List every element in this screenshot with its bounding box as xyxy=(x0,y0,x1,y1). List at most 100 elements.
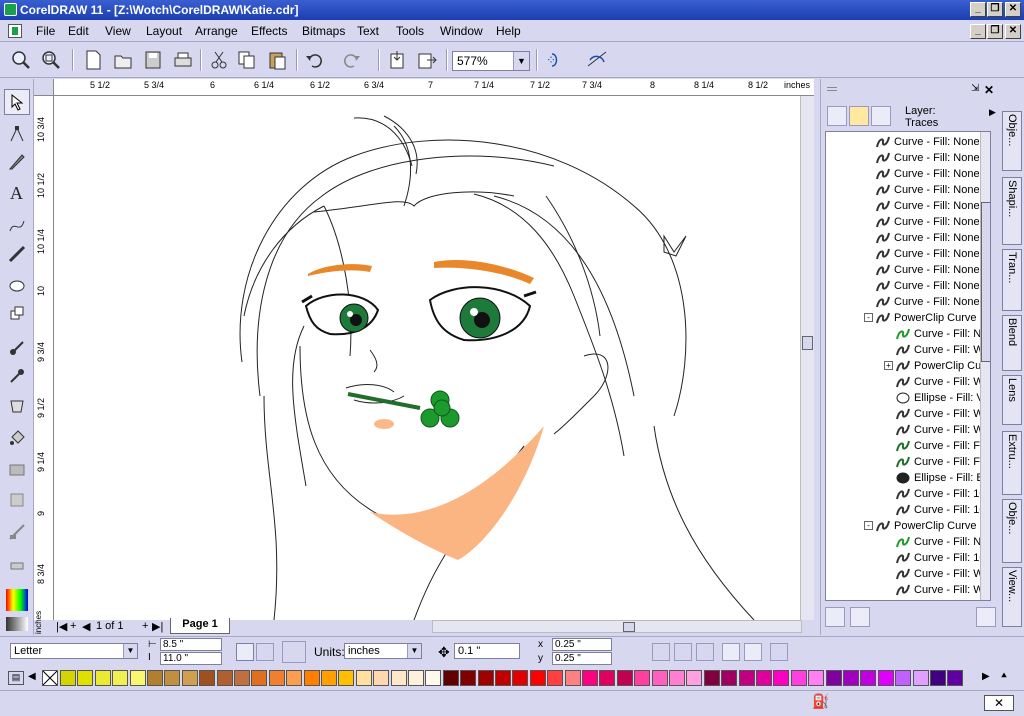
new-layer-icon[interactable] xyxy=(825,607,845,627)
landscape-icon[interactable] xyxy=(256,643,274,661)
tab-transformation[interactable]: Tran... xyxy=(1002,249,1022,311)
save-icon[interactable] xyxy=(140,47,166,73)
zoom-fit-icon[interactable] xyxy=(38,47,64,73)
doc-restore-button[interactable]: ❐ xyxy=(987,24,1003,39)
tree-row[interactable]: Curve - Fill: None xyxy=(876,246,980,262)
new-master-layer-icon[interactable] xyxy=(850,607,871,627)
paste-icon[interactable] xyxy=(264,47,290,73)
menu-view[interactable]: View xyxy=(105,24,131,38)
color-swatch[interactable] xyxy=(547,670,564,686)
menu-window[interactable]: Window xyxy=(440,24,483,38)
edit-across-layers-icon[interactable] xyxy=(849,106,869,126)
color-swatch[interactable] xyxy=(877,670,894,686)
color-swatch[interactable] xyxy=(947,670,964,686)
next-page-icon[interactable]: ▶| xyxy=(152,620,163,633)
tab-object-manager[interactable]: Obje... xyxy=(1002,111,1022,171)
ellipse-tool-icon[interactable] xyxy=(4,273,30,299)
color-swatch[interactable] xyxy=(738,670,755,686)
knife-tool-icon[interactable] xyxy=(4,149,30,175)
tree-row[interactable]: - PowerClip Curve xyxy=(864,310,977,326)
tab-blend[interactable]: Blend xyxy=(1002,315,1022,371)
close-button[interactable]: ✕ xyxy=(1005,2,1021,17)
vertical-ruler[interactable]: 10 3/4 10 1/2 10 1/4 10 9 3/4 9 1/2 9 1/… xyxy=(34,96,54,620)
color-swatch[interactable] xyxy=(286,670,303,686)
minimize-button[interactable]: _ xyxy=(970,2,986,17)
tree-row[interactable]: Curve - Fill: None xyxy=(876,262,980,278)
vertical-scrollbar[interactable] xyxy=(800,96,814,620)
color-swatch[interactable] xyxy=(94,670,111,686)
color-swatch[interactable] xyxy=(512,670,529,686)
color-swatch[interactable] xyxy=(268,670,285,686)
color-swatch[interactable] xyxy=(373,670,390,686)
import-icon[interactable] xyxy=(384,47,410,73)
transparency-tool-icon[interactable] xyxy=(4,519,30,545)
tree-row[interactable]: Curve - Fill: 10 xyxy=(896,486,986,502)
menu-help[interactable]: Help xyxy=(496,24,521,38)
interactive-blend-icon[interactable] xyxy=(4,335,30,361)
page-tab[interactable]: Page 1 xyxy=(170,618,230,634)
zoom-icon[interactable] xyxy=(8,47,34,73)
tree-row[interactable]: Curve - Fill: None xyxy=(876,214,980,230)
palette-scroll-right-icon[interactable]: ▶ xyxy=(982,671,990,682)
export-icon[interactable] xyxy=(414,47,440,73)
color-swatch[interactable] xyxy=(756,670,772,686)
color-swatch[interactable] xyxy=(408,670,424,686)
outline-tool-icon[interactable] xyxy=(4,393,30,419)
palette-expand-icon[interactable]: ⯅ xyxy=(1000,671,1008,682)
docker-close-icon[interactable]: ✕ xyxy=(984,83,994,97)
draw-wrapped-icon[interactable] xyxy=(744,643,762,661)
color-swatch[interactable] xyxy=(303,670,320,686)
horizontal-scroll-thumb[interactable] xyxy=(623,622,635,632)
tree-scrollbar[interactable] xyxy=(980,132,990,600)
restore-button[interactable]: ❐ xyxy=(987,2,1003,17)
tree-row[interactable]: Curve - Fill: None xyxy=(876,134,980,150)
tree-row[interactable]: Curve - Fill: None xyxy=(876,278,980,294)
prev-page-icon[interactable]: ◀ xyxy=(82,620,90,633)
tab-view-manager[interactable]: View... xyxy=(1002,567,1022,627)
chevron-down-icon[interactable]: ▼ xyxy=(123,644,137,658)
menu-bitmaps[interactable]: Bitmaps xyxy=(302,24,345,38)
doc-close-button[interactable]: ✕ xyxy=(1005,24,1021,39)
tab-object-data[interactable]: Obje... xyxy=(1002,499,1022,563)
doc-minimize-button[interactable]: _ xyxy=(970,24,986,39)
collapse-icon[interactable]: - xyxy=(864,521,873,530)
color-swatch[interactable] xyxy=(164,670,181,686)
portrait-icon[interactable] xyxy=(236,643,254,661)
mesh-fill-icon[interactable] xyxy=(4,487,30,513)
tree-row[interactable]: Curve - Fill: N xyxy=(896,534,981,550)
polygon-tool-icon[interactable] xyxy=(4,301,30,327)
page-layout-icon[interactable] xyxy=(282,641,306,663)
fill-tool-icon[interactable] xyxy=(4,425,30,451)
text-tool-icon[interactable]: A xyxy=(4,179,30,205)
units-select[interactable]: inches ▼ xyxy=(344,643,422,659)
palette-scroll-left-icon[interactable]: ◀ xyxy=(28,671,36,682)
grayscale-icon[interactable] xyxy=(4,611,30,637)
color-swatch[interactable] xyxy=(442,670,459,686)
color-swatch[interactable] xyxy=(669,670,685,686)
color-swatch[interactable] xyxy=(390,670,407,686)
palette-menu-icon[interactable]: ▤ xyxy=(8,671,24,685)
color-swatch[interactable] xyxy=(477,670,494,686)
page-height-input[interactable]: 11.0 " xyxy=(160,652,222,665)
artistic-media-icon[interactable] xyxy=(4,241,30,267)
color-swatch[interactable] xyxy=(234,670,250,686)
tree-row[interactable]: Curve - Fill: None xyxy=(876,166,980,182)
drawing-canvas[interactable] xyxy=(54,96,800,620)
menu-effects[interactable]: Effects xyxy=(251,24,287,38)
chevron-down-icon[interactable]: ▼ xyxy=(513,52,529,70)
menu-file[interactable]: File xyxy=(36,24,55,38)
page-width-input[interactable]: 8.5 " xyxy=(160,638,222,651)
tab-lens[interactable]: Lens xyxy=(1002,375,1022,425)
tree-row[interactable]: Curve - Fill: None xyxy=(876,294,980,310)
menu-tools[interactable]: Tools xyxy=(396,24,424,38)
coreldraw-app-icon[interactable] xyxy=(4,3,17,16)
new-icon[interactable] xyxy=(80,47,106,73)
cut-icon[interactable] xyxy=(206,47,232,73)
docker-grip[interactable] xyxy=(827,87,837,91)
color-swatch[interactable] xyxy=(355,670,372,686)
horizontal-scrollbar[interactable] xyxy=(432,620,802,633)
interactive-fill-icon[interactable] xyxy=(4,457,30,483)
tree-scroll-thumb[interactable] xyxy=(981,202,990,362)
color-swatch[interactable] xyxy=(147,670,163,686)
color-swatch[interactable] xyxy=(460,670,477,686)
